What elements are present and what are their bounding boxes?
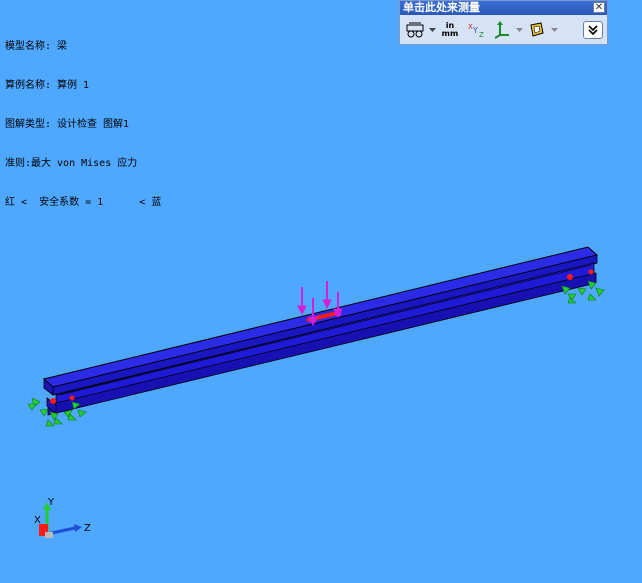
measure-title-bar[interactable]: 单击此处来测量 ✕ (400, 1, 607, 15)
xyz-dimensions-button[interactable]: X Y Z (464, 19, 488, 41)
expand-button[interactable] (583, 21, 603, 39)
double-chevron-down-icon (588, 25, 598, 36)
coordinate-system-icon (494, 21, 509, 39)
close-button[interactable]: ✕ (593, 2, 605, 13)
projection-dropdown[interactable] (551, 19, 558, 41)
orientation-triad: Y X Z (34, 497, 91, 538)
chevron-down-icon (429, 27, 436, 32)
measure-toolbar[interactable]: 单击此处来测量 ✕ in mm X Y Z (399, 0, 608, 45)
chevron-down-icon (516, 27, 523, 32)
beam-model-scene: Y X Z (27, 246, 605, 538)
coordinate-system-button[interactable] (490, 19, 514, 41)
units-button[interactable]: in mm (438, 19, 462, 41)
svg-text:Y: Y (472, 26, 478, 35)
i-beam (42, 246, 599, 416)
triad-y-label: Y (47, 497, 55, 508)
measure-options-button[interactable] (403, 19, 427, 41)
projection-button[interactable] (525, 19, 549, 41)
measure-title-label: 单击此处来测量 (403, 1, 480, 14)
coordinate-system-dropdown[interactable] (516, 19, 523, 41)
measure-tool-row: in mm X Y Z (403, 18, 603, 42)
graphics-viewport[interactable]: 模型名称: 梁 算例名称: 算例 1 图解类型: 设计检查 图解1 准则:最大 … (0, 0, 642, 583)
measure-options-dropdown[interactable] (429, 19, 436, 41)
measure-tool-icon (406, 22, 424, 38)
chevron-down-icon (551, 27, 558, 32)
xyz-icon: X Y Z (468, 23, 484, 39)
units-bottom-label: mm (441, 29, 459, 38)
svg-text:Z: Z (479, 31, 484, 39)
triad-z-label: Z (84, 523, 91, 534)
projection-icon (530, 22, 544, 37)
triad-x-label: X (34, 515, 41, 526)
